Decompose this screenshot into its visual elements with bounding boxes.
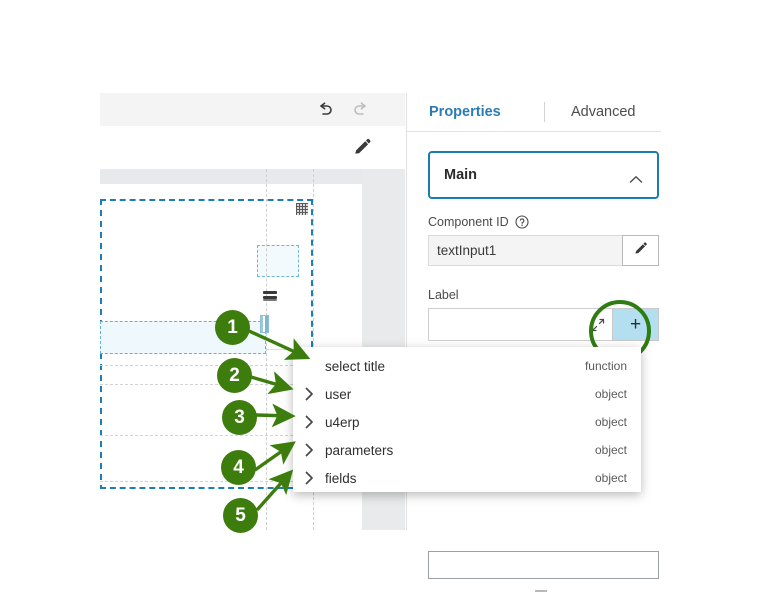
chevron-right-icon[interactable] xyxy=(305,387,314,404)
label-input[interactable] xyxy=(428,308,612,341)
annotation-badge-3: 3 xyxy=(222,400,257,435)
component-id-label: Component ID xyxy=(428,215,509,229)
chevron-right-icon[interactable] xyxy=(305,415,314,432)
tab-properties[interactable]: Properties xyxy=(429,101,501,123)
inner-component-placeholder[interactable] xyxy=(257,245,299,277)
dropdown-item-type: object xyxy=(594,471,627,485)
dropdown-item-select-title[interactable]: select title function xyxy=(293,352,641,380)
dropdown-item-label: select title xyxy=(325,358,386,374)
dropdown-item-label: user xyxy=(325,386,352,402)
component-id-label-row: Component ID xyxy=(428,215,659,229)
canvas-header-strip xyxy=(100,169,362,184)
tab-advanced[interactable]: Advanced xyxy=(571,101,636,123)
dropdown-item-parameters[interactable]: parameters object xyxy=(293,436,641,464)
canvas-subbar xyxy=(100,126,405,170)
panel-bottom-marker xyxy=(535,590,547,592)
annotation-badge-1: 1 xyxy=(215,310,250,345)
label-field-label: Label xyxy=(428,288,459,302)
chevron-right-icon[interactable] xyxy=(305,471,314,488)
app-screenshot: Properties Advanced Main Component ID te… xyxy=(0,0,759,611)
dropdown-item-type: object xyxy=(594,387,627,401)
dropdown-item-type: object xyxy=(594,415,627,429)
annotation-badge-2: 2 xyxy=(217,358,252,393)
component-id-input-row: textInput1 xyxy=(428,235,659,266)
canvas-guide-column xyxy=(266,169,267,530)
undo-icon[interactable] xyxy=(314,98,336,120)
main-section-title: Main xyxy=(444,167,478,183)
layers-handle-icon[interactable] xyxy=(263,291,277,302)
main-section-header[interactable]: Main xyxy=(428,151,659,199)
dropdown-item-label: u4erp xyxy=(325,414,360,430)
dropdown-item-type: function xyxy=(584,359,627,373)
dropdown-item-type: object xyxy=(594,443,627,457)
dropdown-item-user[interactable]: user object xyxy=(293,380,641,408)
component-id-input[interactable]: textInput1 xyxy=(428,235,622,266)
annotation-badge-5: 5 xyxy=(223,498,258,533)
dropdown-item-label: fields xyxy=(325,470,357,486)
component-id-edit-button[interactable] xyxy=(622,235,659,266)
dropdown-item-fields[interactable]: fields object xyxy=(293,464,641,492)
chevron-right-icon[interactable] xyxy=(305,443,314,460)
tab-separator xyxy=(544,102,545,122)
text-cursor-icon xyxy=(260,315,269,333)
canvas-toolbar xyxy=(100,93,405,127)
help-circle-icon[interactable] xyxy=(515,215,529,229)
chevron-up-icon[interactable] xyxy=(629,171,643,189)
component-id-field-group: Component ID textInput1 xyxy=(428,215,659,266)
redo-icon[interactable] xyxy=(350,98,372,120)
resize-grip-icon[interactable] xyxy=(296,203,308,215)
next-field-input[interactable] xyxy=(428,551,659,579)
pencil-icon[interactable] xyxy=(350,135,374,159)
dropdown-item-u4erp[interactable]: u4erp object xyxy=(293,408,641,436)
annotation-badge-4: 4 xyxy=(221,450,256,485)
binding-suggestions-dropdown[interactable]: select title function user object u4erp … xyxy=(293,347,641,492)
dropdown-item-label: parameters xyxy=(325,442,394,458)
properties-tabs: Properties Advanced xyxy=(407,93,661,132)
pencil-icon xyxy=(633,241,648,261)
